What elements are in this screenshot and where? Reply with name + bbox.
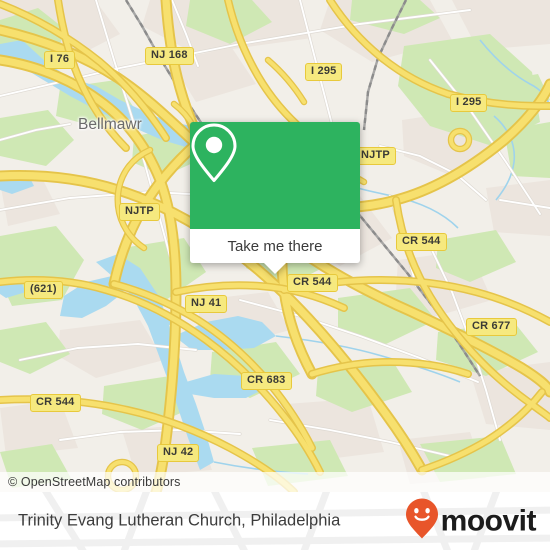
moovit-wordmark: moovit — [440, 504, 537, 537]
location-title: Trinity Evang Lutheran Church, Philadelp… — [18, 511, 341, 530]
osm-attribution[interactable]: © OpenStreetMap contributors — [0, 472, 550, 492]
moovit-location-card: .hw { stroke:#f7e06e; stroke-linecap:rou… — [0, 0, 550, 550]
road-shield[interactable]: NJTP — [355, 147, 396, 165]
road-shield[interactable]: CR 544 — [287, 274, 338, 292]
popup-action-row[interactable]: Take me there — [190, 229, 360, 263]
road-shield[interactable]: CR 677 — [466, 318, 517, 336]
moovit-brand[interactable]: moovit — [405, 498, 537, 545]
location-popup-card[interactable]: Take me there — [190, 122, 360, 274]
road-shield[interactable]: CR 544 — [396, 233, 447, 251]
road-shield[interactable]: CR 683 — [241, 372, 292, 390]
moovit-smiling-pin-icon — [405, 498, 439, 545]
road-shield[interactable]: I 295 — [305, 63, 343, 81]
map-canvas[interactable]: .hw { stroke:#f7e06e; stroke-linecap:rou… — [0, 0, 550, 492]
road-shield[interactable]: NJ 168 — [145, 47, 194, 65]
footer-bar: Trinity Evang Lutheran Church, Philadelp… — [0, 492, 550, 550]
road-shield[interactable]: CR 544 — [30, 394, 81, 412]
road-shield[interactable]: (621) — [24, 281, 63, 299]
road-shield[interactable]: NJ 41 — [185, 295, 228, 313]
road-shield[interactable]: I 295 — [450, 94, 488, 112]
road-shield[interactable]: I 76 — [44, 51, 76, 69]
popup-header — [190, 122, 360, 229]
take-me-there-label: Take me there — [227, 237, 323, 255]
road-shield[interactable]: NJTP — [119, 203, 160, 221]
place-label-bellmawr: Bellmawr — [78, 116, 142, 133]
road-shield[interactable]: NJ 42 — [157, 444, 200, 462]
popup-pointer-tail — [264, 263, 286, 274]
